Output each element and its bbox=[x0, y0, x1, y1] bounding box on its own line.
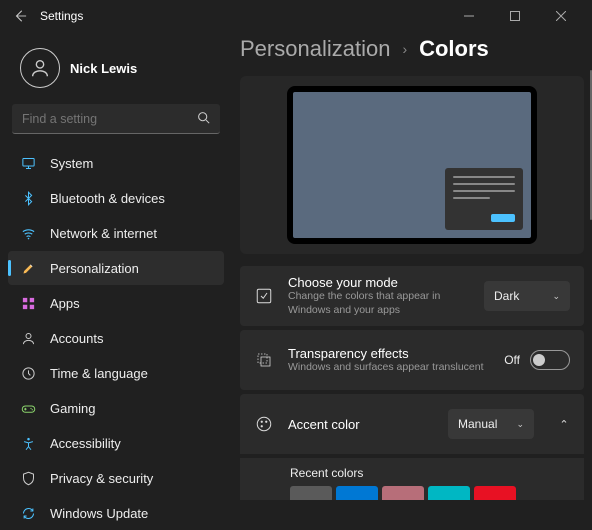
sidebar-item-personalization[interactable]: Personalization bbox=[8, 251, 224, 285]
palette-icon bbox=[254, 414, 274, 434]
close-icon bbox=[556, 11, 566, 21]
back-button[interactable] bbox=[8, 4, 32, 28]
sidebar-item-system[interactable]: System bbox=[8, 146, 224, 180]
update-icon bbox=[20, 505, 36, 521]
color-swatch[interactable] bbox=[428, 486, 470, 500]
user-name: Nick Lewis bbox=[70, 61, 137, 76]
wifi-icon bbox=[20, 225, 36, 241]
sidebar-item-network-internet[interactable]: Network & internet bbox=[8, 216, 224, 250]
avatar bbox=[20, 48, 60, 88]
bluetooth-icon bbox=[20, 190, 36, 206]
accessibility-icon bbox=[20, 435, 36, 451]
color-swatch[interactable] bbox=[382, 486, 424, 500]
nav-list: System Bluetooth & devices Network & inter… bbox=[4, 146, 228, 530]
privacy-icon bbox=[20, 470, 36, 486]
sidebar-item-label: Gaming bbox=[50, 401, 96, 416]
brush-icon bbox=[254, 286, 274, 306]
preview-window bbox=[445, 168, 523, 230]
sidebar-item-bluetooth-devices[interactable]: Bluetooth & devices bbox=[8, 181, 224, 215]
time-language-icon bbox=[20, 365, 36, 381]
user-account[interactable]: Nick Lewis bbox=[4, 38, 228, 104]
color-swatch[interactable] bbox=[474, 486, 516, 500]
recent-color-swatches bbox=[290, 486, 570, 500]
chevron-down-icon: ⌄ bbox=[516, 419, 524, 430]
color-swatch[interactable] bbox=[336, 486, 378, 500]
search-input[interactable] bbox=[12, 104, 220, 134]
sidebar-item-gaming[interactable]: Gaming bbox=[8, 391, 224, 425]
sidebar-item-accessibility[interactable]: Accessibility bbox=[8, 426, 224, 460]
accent-dropdown[interactable]: Manual ⌄ bbox=[448, 409, 534, 439]
transparency-subtitle: Windows and surfaces appear translucent bbox=[288, 361, 490, 374]
transparency-title: Transparency effects bbox=[288, 346, 490, 361]
sidebar: Nick Lewis System Bluetooth & devices Netw… bbox=[0, 32, 232, 500]
sidebar-item-label: Time & language bbox=[50, 366, 148, 381]
sidebar-item-label: Bluetooth & devices bbox=[50, 191, 165, 206]
transparency-setting: Transparency effects Windows and surface… bbox=[240, 330, 584, 390]
sidebar-item-label: Accounts bbox=[50, 331, 103, 346]
sidebar-item-label: Personalization bbox=[50, 261, 139, 276]
content-area: Personalization › Colors Choose your mod… bbox=[232, 32, 592, 500]
person-icon bbox=[29, 57, 51, 79]
maximize-icon bbox=[510, 11, 520, 21]
sidebar-item-windows-update[interactable]: Windows Update bbox=[8, 496, 224, 530]
chevron-up-icon[interactable]: ⌃ bbox=[558, 418, 570, 431]
breadcrumb: Personalization › Colors bbox=[240, 36, 586, 62]
minimize-button[interactable] bbox=[446, 0, 492, 32]
sidebar-item-accounts[interactable]: Accounts bbox=[8, 321, 224, 355]
sidebar-item-label: System bbox=[50, 156, 93, 171]
close-button[interactable] bbox=[538, 0, 584, 32]
accounts-icon bbox=[20, 330, 36, 346]
window-title: Settings bbox=[40, 9, 83, 23]
sidebar-item-apps[interactable]: Apps bbox=[8, 286, 224, 320]
sidebar-item-label: Windows Update bbox=[50, 506, 148, 521]
preview-monitor bbox=[287, 86, 537, 244]
accent-title: Accent color bbox=[288, 417, 434, 432]
transparency-icon bbox=[254, 350, 274, 370]
sidebar-item-label: Privacy & security bbox=[50, 471, 153, 486]
personalization-icon bbox=[20, 260, 36, 276]
accent-expanded-panel: Recent colors bbox=[240, 458, 584, 500]
mode-value: Dark bbox=[494, 289, 519, 303]
sidebar-item-label: Network & internet bbox=[50, 226, 157, 241]
chevron-right-icon: › bbox=[402, 41, 407, 57]
mode-dropdown[interactable]: Dark ⌄ bbox=[484, 281, 570, 311]
theme-preview bbox=[240, 76, 584, 254]
search-icon bbox=[197, 111, 210, 127]
toggle-state-label: Off bbox=[504, 353, 520, 367]
transparency-toggle[interactable] bbox=[530, 350, 570, 370]
arrow-left-icon bbox=[13, 9, 27, 23]
accent-color-setting[interactable]: Accent color Manual ⌄ ⌃ bbox=[240, 394, 584, 454]
sidebar-item-privacy-security[interactable]: Privacy & security bbox=[8, 461, 224, 495]
chevron-down-icon: ⌄ bbox=[552, 291, 560, 302]
minimize-icon bbox=[464, 11, 474, 21]
gaming-icon bbox=[20, 400, 36, 416]
sidebar-item-label: Apps bbox=[50, 296, 80, 311]
sidebar-item-time-language[interactable]: Time & language bbox=[8, 356, 224, 390]
apps-icon bbox=[20, 295, 36, 311]
system-icon bbox=[20, 155, 36, 171]
choose-mode-setting: Choose your mode Change the colors that … bbox=[240, 266, 584, 326]
breadcrumb-parent[interactable]: Personalization bbox=[240, 36, 390, 62]
recent-colors-label: Recent colors bbox=[290, 466, 570, 480]
accent-value: Manual bbox=[458, 417, 497, 431]
mode-title: Choose your mode bbox=[288, 275, 470, 290]
page-title: Colors bbox=[419, 36, 489, 62]
search-field[interactable] bbox=[22, 112, 197, 126]
maximize-button[interactable] bbox=[492, 0, 538, 32]
color-swatch[interactable] bbox=[290, 486, 332, 500]
sidebar-item-label: Accessibility bbox=[50, 436, 121, 451]
mode-subtitle: Change the colors that appear in Windows… bbox=[288, 290, 470, 316]
